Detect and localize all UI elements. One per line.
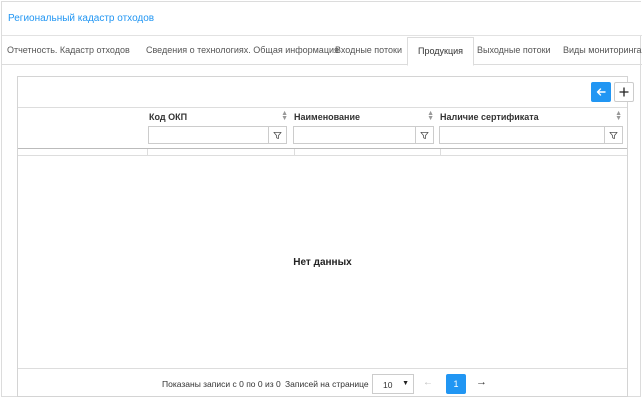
column-label: Наличие сертификата: [440, 112, 539, 122]
column-divider: [440, 149, 441, 156]
tab-products[interactable]: Продукция: [407, 37, 475, 66]
column-header-certificate: Наличие сертификата ▲ ▼: [438, 108, 626, 150]
add-button[interactable]: [614, 82, 634, 102]
sort-icon[interactable]: ▲ ▼: [427, 110, 434, 122]
column-divider: [294, 149, 295, 156]
column-label: Наименование: [294, 112, 361, 122]
pagination-bar: Показаны записи с 0 по 0 из 0 Записей на…: [18, 368, 627, 397]
data-grid-panel: Код ОКП ▲ ▼ Наименование ▲ ▼ Наличие сер…: [17, 76, 634, 397]
back-button[interactable]: [591, 82, 611, 102]
grid-header: Код ОКП ▲ ▼ Наименование ▲ ▼ Наличие сер…: [18, 107, 627, 149]
column-divider: [147, 149, 148, 156]
caret-down-icon: ▼: [402, 380, 409, 387]
sort-icon[interactable]: ▲ ▼: [615, 110, 622, 122]
column-label: Код ОКП: [149, 112, 188, 122]
page-button-current[interactable]: 1: [446, 374, 466, 394]
tab-input-flows[interactable]: Входные потоки: [335, 45, 402, 55]
page-size-value: 10: [383, 380, 393, 390]
filter-icon: [273, 131, 282, 139]
filter-input-name[interactable]: [293, 126, 434, 144]
records-info: Показаны записи с 0 по 0 из 0: [162, 379, 281, 389]
filter-input-okp-code[interactable]: [148, 126, 287, 144]
page-size-label: Записей на странице: [285, 379, 369, 389]
prev-page-arrow-icon[interactable]: ←: [423, 377, 433, 388]
tab-bar: Отчетность. Кадастр отходов Сведения о т…: [2, 37, 642, 66]
app-frame: Региональный кадастр отходов Отчетность.…: [1, 1, 642, 397]
filter-icon: [420, 131, 429, 139]
tab-reporting[interactable]: Отчетность. Кадастр отходов: [7, 45, 130, 55]
tab-monitoring-types[interactable]: Виды мониторинга: [563, 45, 642, 55]
tab-technology-info[interactable]: Сведения о технологиях. Общая информация: [146, 45, 339, 55]
filter-button[interactable]: [268, 127, 286, 143]
grid-toolbar: [18, 77, 634, 107]
grid-header-spacer: [18, 149, 627, 156]
empty-state-text: Нет данных: [293, 257, 352, 268]
plus-icon: [619, 87, 629, 97]
filter-button[interactable]: [415, 127, 433, 143]
filter-icon: [609, 131, 618, 139]
tab-output-flows[interactable]: Выходные потоки: [477, 45, 551, 55]
column-header-okp-code: Код ОКП ▲ ▼: [147, 108, 292, 150]
page-size-select[interactable]: 10 ▼: [372, 374, 414, 394]
filter-input-certificate[interactable]: [439, 126, 623, 144]
page-header: Региональный кадастр отходов: [2, 2, 642, 36]
arrow-left-icon: [596, 88, 606, 96]
filter-button[interactable]: [604, 127, 622, 143]
sort-icon[interactable]: ▲ ▼: [281, 110, 288, 122]
column-header-name: Наименование ▲ ▼: [292, 108, 438, 150]
next-page-arrow-icon[interactable]: →: [476, 376, 487, 388]
page-title: Региональный кадастр отходов: [8, 13, 155, 24]
